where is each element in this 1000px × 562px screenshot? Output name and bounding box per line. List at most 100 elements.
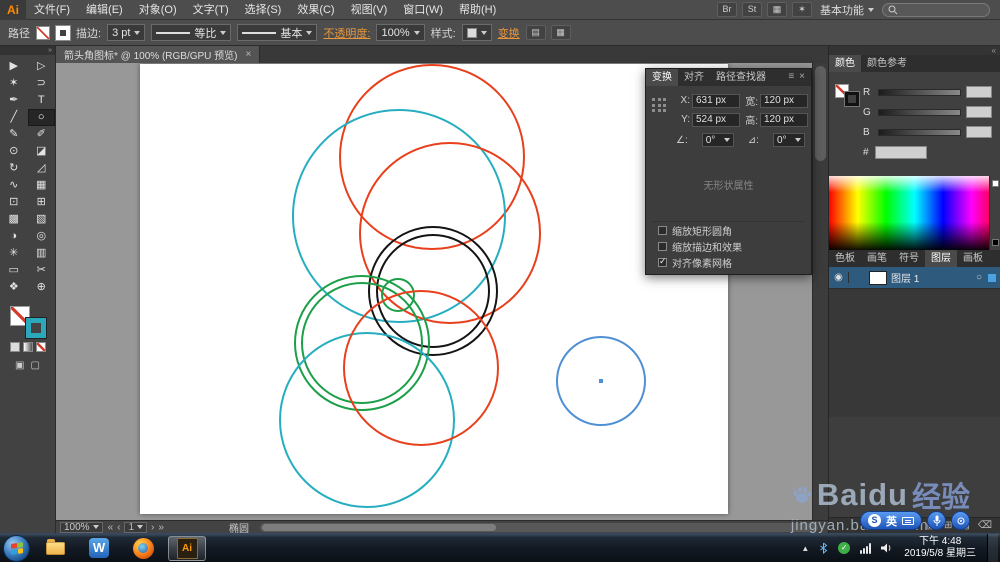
color-fill-stroke-indicator[interactable]: [835, 84, 860, 107]
stroke-weight-select[interactable]: 3 pt: [107, 24, 146, 41]
hand-tool[interactable]: ❖: [0, 279, 28, 296]
bridge-icon[interactable]: Br: [717, 2, 737, 17]
voice-input-button[interactable]: [927, 511, 946, 530]
panel-collapse-icon[interactable]: »: [0, 46, 55, 55]
panel-tab[interactable]: 符号: [893, 250, 925, 267]
panel-tab[interactable]: 画板: [957, 250, 989, 267]
magic-wand-tool[interactable]: ✶: [0, 75, 28, 92]
blend-tool[interactable]: ◎: [28, 228, 56, 245]
selection-tool[interactable]: ▶: [0, 58, 28, 75]
rotate-select[interactable]: 0°: [701, 133, 734, 147]
transform-option-row[interactable]: 对齐像素网格: [652, 254, 805, 270]
rotate-tool[interactable]: ↻: [0, 160, 28, 177]
line-segment-tool[interactable]: ╱: [0, 109, 28, 126]
layer-row[interactable]: ◉ 图层 1 ○: [829, 267, 1000, 289]
publish-icon[interactable]: ✶: [792, 2, 812, 17]
shape-builder-tool[interactable]: ⊡: [0, 194, 28, 211]
close-icon[interactable]: ×: [799, 71, 805, 82]
menu-item[interactable]: 窗口(W): [395, 0, 451, 20]
panel-tab[interactable]: 图层: [925, 250, 957, 267]
delete-layer-icon[interactable]: ⌫: [978, 520, 992, 531]
style-select[interactable]: [461, 24, 492, 41]
channel-slider[interactable]: [878, 88, 961, 96]
panel-tab[interactable]: 颜色参考: [861, 55, 913, 72]
height-input[interactable]: 120 px: [760, 112, 808, 127]
perspective-grid-tool[interactable]: ⊞: [28, 194, 56, 211]
selection-color-chip[interactable]: [988, 273, 996, 282]
visibility-eye-icon[interactable]: ◉: [829, 272, 849, 283]
hidden-icons-arrow[interactable]: ▲: [801, 544, 809, 553]
horizontal-scrollbar-thumb[interactable]: [261, 523, 497, 531]
checkbox-icon[interactable]: [658, 225, 667, 235]
menu-item[interactable]: 视图(V): [343, 0, 396, 20]
draw-normal-icon[interactable]: ▣: [15, 360, 24, 371]
scale-tool[interactable]: ◿: [28, 160, 56, 177]
channel-value-input[interactable]: [966, 106, 992, 118]
stock-icon[interactable]: St: [742, 2, 762, 17]
menu-item[interactable]: 效果(C): [289, 0, 342, 20]
transform-option-row[interactable]: 缩放矩形圆角: [652, 222, 805, 238]
selection-center-anchor[interactable]: [599, 379, 603, 383]
teal-circle-upper[interactable]: [292, 109, 506, 323]
checkbox-icon[interactable]: [658, 256, 667, 267]
panel-tab[interactable]: 颜色: [829, 55, 861, 72]
menu-item[interactable]: 帮助(H): [451, 0, 504, 20]
bluetooth-icon[interactable]: [816, 541, 830, 555]
gradient-mode-icon[interactable]: [22, 342, 33, 352]
panel-tab[interactable]: 路径查找器: [710, 69, 772, 86]
start-button[interactable]: [3, 534, 30, 562]
ellipse-tool[interactable]: ○: [27, 109, 55, 126]
arrange-documents-icon[interactable]: ▦: [767, 2, 787, 17]
dock-collapse-icon[interactable]: «: [829, 46, 1000, 55]
transform-link[interactable]: 变换: [498, 25, 520, 41]
ime-mode-indicator[interactable]: 英: [886, 513, 897, 529]
color-spectrum[interactable]: [829, 176, 1000, 250]
width-profile-select[interactable]: 等比: [151, 24, 232, 41]
channel-slider[interactable]: [878, 108, 961, 116]
panel-tab[interactable]: 画笔: [861, 250, 893, 267]
reference-point-locator[interactable]: [652, 98, 667, 113]
brush-definition-select[interactable]: 基本: [237, 24, 318, 41]
shear-select[interactable]: 0°: [772, 133, 805, 147]
artboard-number-select[interactable]: 1: [124, 521, 148, 533]
ime-settings-button[interactable]: [951, 511, 970, 530]
green-circle-inner[interactable]: [301, 282, 423, 404]
none-mode-icon[interactable]: [35, 342, 46, 352]
last-artboard-icon[interactable]: »: [158, 522, 164, 533]
x-input[interactable]: 631 px: [692, 93, 740, 108]
eraser-tool[interactable]: ◪: [28, 143, 56, 160]
fill-swatch[interactable]: [36, 25, 50, 40]
blob-brush-tool[interactable]: ⊙: [0, 143, 28, 160]
security-icon[interactable]: ✓: [837, 541, 851, 555]
vertical-scrollbar[interactable]: [812, 63, 828, 520]
zoom-tool[interactable]: ⊕: [28, 279, 56, 296]
black-swatch[interactable]: [992, 239, 999, 246]
taskbar-app-explorer[interactable]: [36, 536, 74, 561]
taskbar-app-wps[interactable]: W: [80, 536, 118, 561]
workspace-switcher[interactable]: 基本功能: [820, 2, 874, 18]
layer-name[interactable]: 图层 1: [891, 270, 972, 285]
panel-tab[interactable]: 对齐: [678, 69, 710, 86]
taskbar-app-illustrator[interactable]: Ai: [168, 535, 206, 561]
next-artboard-icon[interactable]: ›: [151, 522, 154, 533]
layer-thumbnail[interactable]: [869, 270, 887, 285]
show-desktop-button[interactable]: [987, 533, 998, 562]
menu-item[interactable]: 文件(F): [26, 0, 78, 20]
mesh-tool[interactable]: ▩: [0, 211, 28, 228]
width-input[interactable]: 120 px: [760, 93, 808, 108]
red-circle-lower[interactable]: [343, 290, 499, 446]
first-artboard-icon[interactable]: «: [108, 522, 114, 533]
gradient-tool[interactable]: ▧: [28, 211, 56, 228]
free-transform-tool[interactable]: ▦: [28, 177, 56, 194]
channel-value-input[interactable]: [966, 86, 992, 98]
y-input[interactable]: 524 px: [692, 112, 740, 127]
ime-pill[interactable]: S 英: [860, 511, 922, 530]
target-circle-icon[interactable]: ○: [976, 272, 984, 283]
white-swatch[interactable]: [992, 180, 999, 187]
color-mode-icon[interactable]: [9, 342, 20, 352]
teal-circle-lower[interactable]: [279, 332, 455, 508]
search-input[interactable]: [882, 2, 990, 17]
slice-tool[interactable]: ✂: [28, 262, 56, 279]
symbol-sprayer-tool[interactable]: ✳: [0, 245, 28, 262]
horizontal-scrollbar[interactable]: [259, 522, 818, 532]
